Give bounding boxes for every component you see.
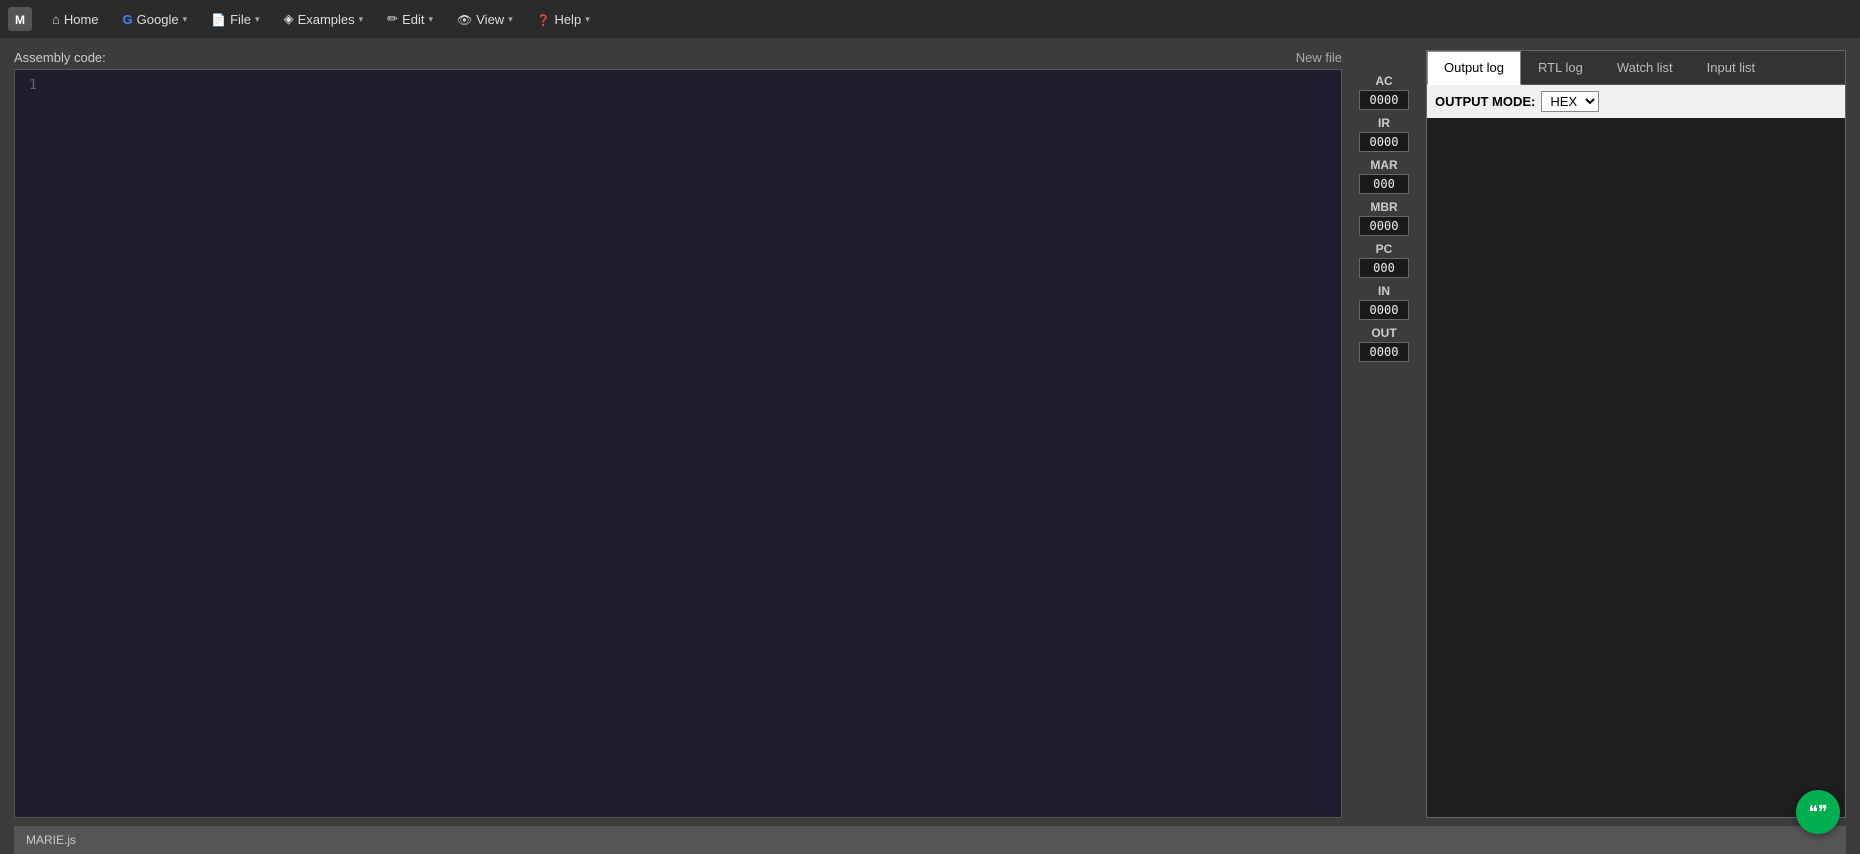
help-caret: ▾ xyxy=(585,14,590,25)
navbar: M Home Google ▾ File ▾ Examples ▾ Edit ▾… xyxy=(0,0,1860,38)
register-ac-input[interactable] xyxy=(1359,90,1409,110)
new-file-link[interactable]: New file xyxy=(1296,50,1342,65)
nav-home[interactable]: Home xyxy=(42,8,109,31)
nav-examples[interactable]: Examples ▾ xyxy=(274,7,374,31)
file-caret: ▾ xyxy=(255,14,260,25)
google-caret: ▾ xyxy=(183,14,188,25)
register-out-input[interactable] xyxy=(1359,342,1409,362)
register-mbr: MBR xyxy=(1354,200,1414,236)
register-ir: IR xyxy=(1354,116,1414,152)
register-in-input[interactable] xyxy=(1359,300,1409,320)
register-mbr-label: MBR xyxy=(1370,200,1397,214)
register-out: OUT xyxy=(1354,326,1414,362)
tab-output-log[interactable]: Output log xyxy=(1427,51,1521,85)
line-numbers: 1 xyxy=(15,70,45,817)
register-ac: AC xyxy=(1354,74,1414,110)
register-pc-input[interactable] xyxy=(1359,258,1409,278)
status-bar: MARIE.js xyxy=(14,826,1846,854)
floating-feedback-button[interactable]: ❝❞ xyxy=(1796,790,1840,834)
view-caret: ▾ xyxy=(508,14,513,25)
editor-section: Assembly code: New file 1 xyxy=(14,50,1342,818)
nav-edit[interactable]: Edit ▾ xyxy=(377,7,443,31)
nav-google[interactable]: Google ▾ xyxy=(113,8,198,31)
nav-examples-label: Examples xyxy=(298,12,355,27)
tab-output-log-label: Output log xyxy=(1444,60,1504,75)
status-bar-label: MARIE.js xyxy=(26,833,76,847)
output-log-area[interactable] xyxy=(1427,118,1845,817)
edit-icon xyxy=(387,11,398,27)
view-icon xyxy=(457,12,472,27)
register-pc-label: PC xyxy=(1376,242,1393,256)
register-ir-label: IR xyxy=(1378,116,1390,130)
help-icon xyxy=(537,12,551,27)
line-number-1: 1 xyxy=(23,76,37,96)
tab-rtl-log-label: RTL log xyxy=(1538,60,1583,75)
register-mar-input[interactable] xyxy=(1359,174,1409,194)
register-in-label: IN xyxy=(1378,284,1390,298)
nav-help[interactable]: Help ▾ xyxy=(527,8,600,31)
nav-file-label: File xyxy=(230,12,251,27)
register-mar: MAR xyxy=(1354,158,1414,194)
tab-input-list[interactable]: Input list xyxy=(1690,51,1772,84)
tab-input-list-label: Input list xyxy=(1707,60,1755,75)
register-mbr-input[interactable] xyxy=(1359,216,1409,236)
editor-header: Assembly code: New file xyxy=(14,50,1342,65)
nav-view[interactable]: View ▾ xyxy=(447,8,523,31)
nav-home-label: Home xyxy=(64,12,99,27)
examples-caret: ▾ xyxy=(359,14,364,25)
tab-watch-list[interactable]: Watch list xyxy=(1600,51,1690,84)
register-in: IN xyxy=(1354,284,1414,320)
output-mode-label: OUTPUT MODE: xyxy=(1435,94,1535,109)
output-panel: Output log RTL log Watch list Input list… xyxy=(1426,50,1846,818)
nav-help-label: Help xyxy=(554,12,581,27)
main-area: Assembly code: New file 1 AC IR MAR xyxy=(0,38,1860,854)
svg-text:M: M xyxy=(15,13,25,27)
output-content: OUTPUT MODE: HEX DEC OCT BIN xyxy=(1427,85,1845,817)
content-row: Assembly code: New file 1 AC IR MAR xyxy=(14,50,1846,818)
register-ir-input[interactable] xyxy=(1359,132,1409,152)
tabs-row: Output log RTL log Watch list Input list xyxy=(1427,51,1845,85)
nav-google-label: Google xyxy=(137,12,179,27)
registers-panel: AC IR MAR MBR PC IN xyxy=(1354,50,1414,818)
register-out-label: OUT xyxy=(1371,326,1396,340)
assembly-code-label: Assembly code: xyxy=(14,50,106,65)
code-textarea[interactable] xyxy=(45,70,1341,817)
quote-icon: ❝❞ xyxy=(1808,802,1827,823)
output-mode-select[interactable]: HEX DEC OCT BIN xyxy=(1541,91,1599,112)
nav-view-label: View xyxy=(476,12,504,27)
google-icon xyxy=(123,12,133,27)
file-icon xyxy=(211,12,226,27)
edit-caret: ▾ xyxy=(428,14,433,25)
register-ac-label: AC xyxy=(1375,74,1392,88)
register-pc: PC xyxy=(1354,242,1414,278)
nav-edit-label: Edit xyxy=(402,12,424,27)
register-mar-label: MAR xyxy=(1370,158,1397,172)
home-icon xyxy=(52,12,60,27)
tab-watch-list-label: Watch list xyxy=(1617,60,1673,75)
app-logo: M xyxy=(8,7,32,31)
nav-file[interactable]: File ▾ xyxy=(201,8,269,31)
tab-rtl-log[interactable]: RTL log xyxy=(1521,51,1600,84)
examples-icon xyxy=(284,11,294,27)
output-mode-row: OUTPUT MODE: HEX DEC OCT BIN xyxy=(1427,85,1845,118)
code-editor: 1 xyxy=(14,69,1342,818)
